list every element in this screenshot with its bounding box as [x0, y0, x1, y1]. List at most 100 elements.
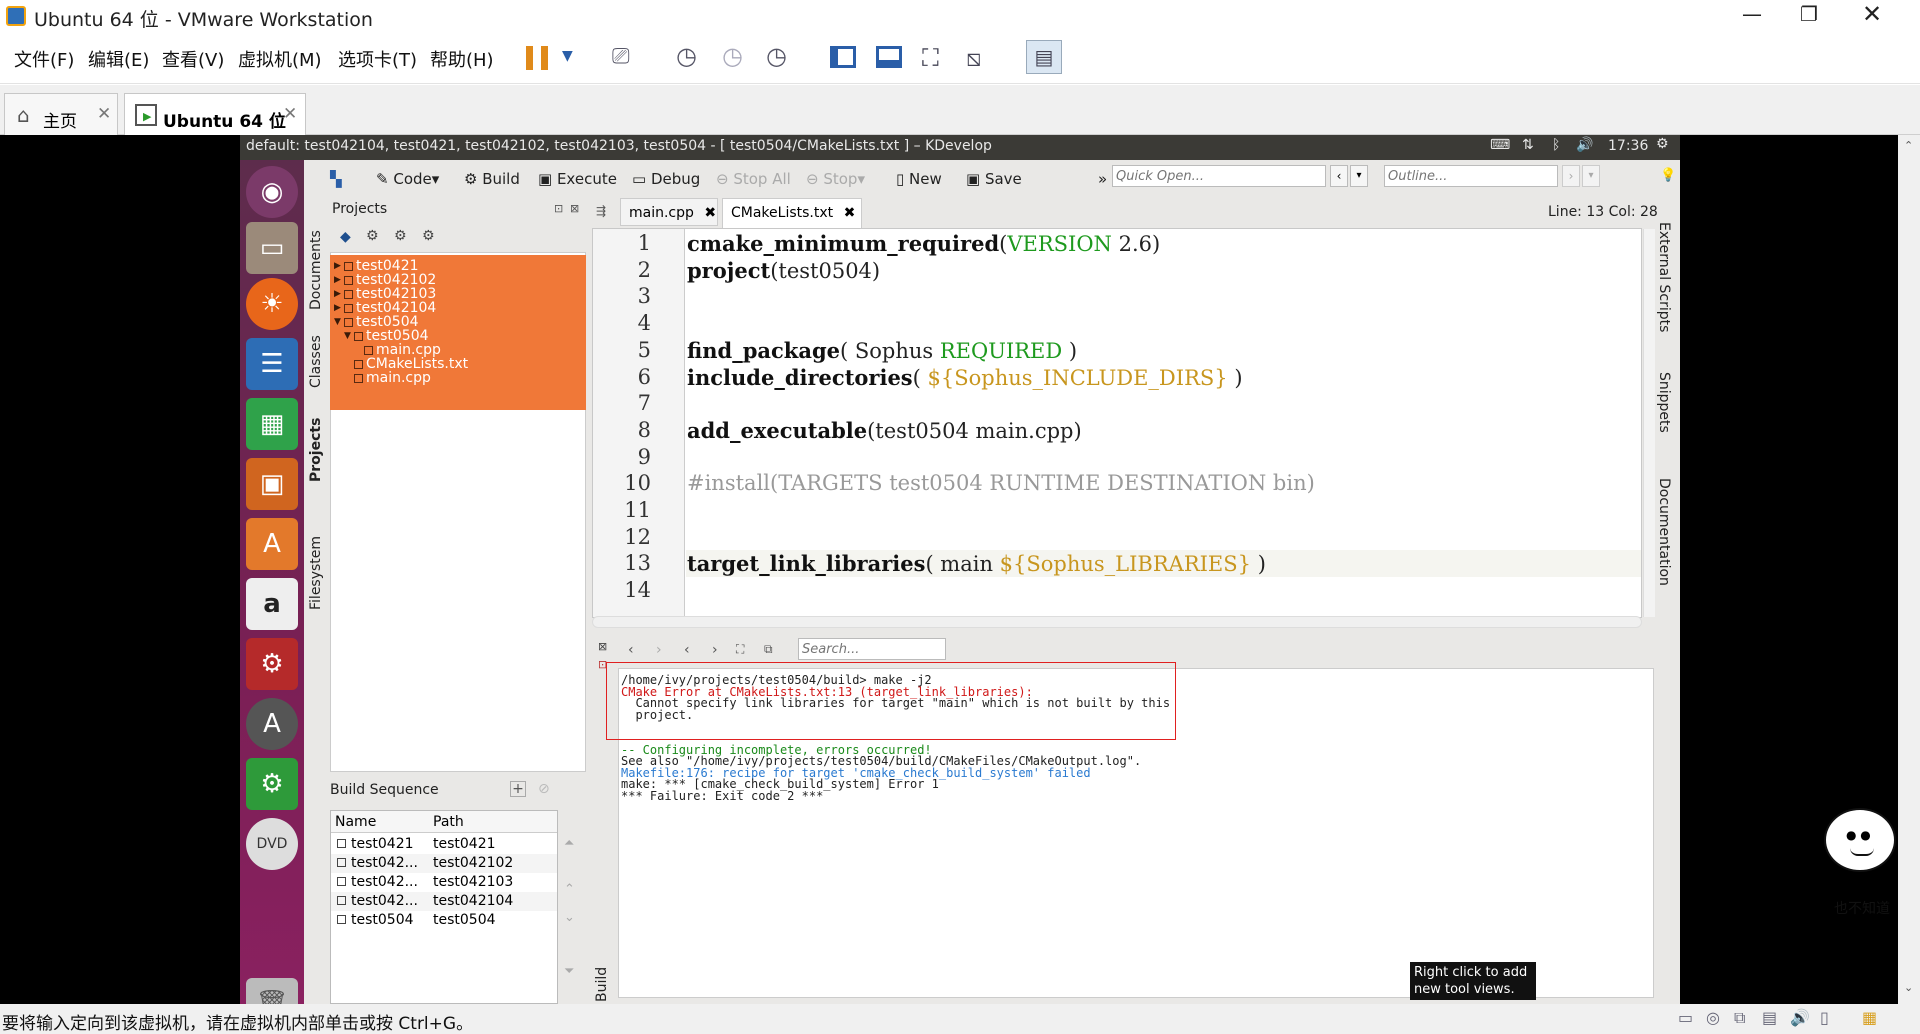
outline-dropdown-button[interactable]: ▾ — [1582, 165, 1600, 187]
impress-icon[interactable]: ▣ — [246, 458, 298, 510]
menu-file[interactable]: 文件(F) — [14, 46, 74, 72]
save-button[interactable]: ▣ Save — [966, 170, 1022, 188]
console-view-icon[interactable] — [876, 46, 902, 68]
revert-snapshot-icon[interactable]: ◷ — [722, 42, 743, 70]
tab-list-icon[interactable]: ⇶ — [596, 204, 606, 218]
preferences-view-icon[interactable]: ▤ — [1026, 40, 1062, 74]
table-row[interactable]: test0421 test0421 — [331, 835, 557, 854]
settings-gear-icon[interactable]: ⚙ — [1656, 136, 1669, 152]
remove-from-build-sequence-icon[interactable]: ⊘ — [538, 781, 550, 797]
nav-back-button[interactable]: ‹ — [1330, 165, 1348, 187]
keyboard-icon[interactable]: ⌨ — [1490, 137, 1510, 153]
scroll-up-icon[interactable]: ⌃ — [1904, 139, 1913, 152]
tab-ubuntu[interactable]: ▶ Ubuntu 64 位 ✕ — [124, 93, 306, 135]
stop-all-button[interactable]: ⊖ Stop All — [716, 170, 791, 188]
device-cd-icon[interactable]: ◎ — [1706, 1008, 1720, 1027]
unity-icon[interactable]: ⧅ — [966, 44, 981, 72]
menu-help[interactable]: 帮助(H) — [430, 46, 494, 72]
pause-icon[interactable] — [526, 46, 548, 70]
snapshot-icon[interactable]: ◷ — [676, 42, 697, 70]
kdevelop-icon[interactable]: ⚙ — [246, 758, 298, 810]
close-icon[interactable]: ✕ — [1862, 0, 1882, 28]
scroll-down-icon[interactable]: ⌄ — [1904, 981, 1913, 994]
debug-button[interactable]: ▭ Debug — [632, 170, 700, 188]
move-down-icon[interactable]: ⌄ — [564, 910, 575, 925]
tab-snippets[interactable]: Snippets — [1656, 372, 1672, 433]
editor-tab-main-cpp-close-icon[interactable]: ✖ — [704, 205, 716, 221]
nav-dropdown-button[interactable]: ▾ — [1350, 165, 1368, 187]
minimize-icon[interactable]: — — [1742, 2, 1762, 26]
fullscreen-icon[interactable]: ⛶ — [922, 44, 939, 72]
software-center-icon[interactable]: A — [246, 518, 298, 570]
project-tree[interactable]: ▶ test0421 ▶ test042102 ▶ test042103 ▶ test0421… — [330, 255, 586, 410]
table-row[interactable]: test042... test042102 — [331, 854, 557, 873]
output-search-input[interactable] — [798, 638, 946, 660]
execute-button[interactable]: ▣ Execute — [538, 170, 617, 188]
firefox-icon[interactable]: ☀ — [246, 278, 298, 330]
code-editor[interactable]: 1 2 3 4 5 6 7 8 9 10 11 12 13 14 cmake_minimum_requir… — [592, 228, 1655, 618]
sidebar-toggle-icon[interactable] — [830, 46, 856, 68]
lightbulb-icon[interactable]: 💡 — [1660, 168, 1676, 183]
device-hdd-icon[interactable]: ▭ — [1678, 1008, 1693, 1027]
device-sound-icon[interactable]: 🔊 — [1790, 1008, 1810, 1027]
software-updater-icon[interactable]: A — [246, 698, 298, 750]
move-bottom-icon[interactable]: ⏷ — [564, 964, 574, 979]
tab-filesystem[interactable]: Filesystem — [308, 536, 324, 610]
output-last-icon[interactable]: › — [712, 642, 718, 658]
build-output-tab[interactable]: Build — [594, 967, 610, 1002]
output-prev-icon[interactable]: ‹ — [628, 642, 634, 658]
menu-vm[interactable]: 虚拟机(M) — [238, 46, 322, 72]
dvd-icon[interactable]: DVD — [246, 818, 298, 870]
device-network-icon[interactable]: ⧉ — [1734, 1008, 1745, 1028]
restore-icon[interactable]: ❐ — [1800, 2, 1818, 26]
ubuntu-dash-icon[interactable]: ◉ — [246, 166, 298, 218]
column-name[interactable]: Name — [335, 814, 376, 830]
output-copy-icon[interactable]: ⧉ — [764, 642, 773, 657]
writer-icon[interactable]: ☰ — [246, 338, 298, 390]
tab-documentation[interactable]: Documentation — [1656, 478, 1672, 586]
table-row[interactable]: test0504 test0504 — [331, 911, 557, 930]
system-settings-icon[interactable]: ⚙ — [246, 638, 298, 690]
table-row[interactable]: test042... test042103 — [331, 873, 557, 892]
new-button[interactable]: ▯ New — [896, 170, 942, 188]
outline-input[interactable] — [1384, 165, 1558, 187]
project-toolbar-icon-4[interactable]: ⚙ — [422, 228, 435, 244]
device-usb-icon[interactable]: ▯ — [1820, 1008, 1829, 1027]
vm-vertical-scrollbar[interactable]: ⌃ ⌄ — [1898, 135, 1920, 1004]
project-toolbar-icon-2[interactable]: ⚙ — [366, 228, 379, 244]
editor-tab-cmakelists[interactable]: CMakeLists.txt ✖ — [722, 198, 862, 228]
table-row[interactable]: test042... test042104 — [331, 892, 557, 911]
output-close-icon[interactable]: ⊠ — [598, 640, 607, 653]
build-button[interactable]: ⚙ Build — [464, 170, 520, 188]
send-ctrl-alt-del-icon[interactable]: ⎚ — [612, 44, 630, 69]
column-path[interactable]: Path — [433, 814, 464, 830]
output-collapse-icon[interactable]: ⛶ — [736, 642, 744, 657]
menu-edit[interactable]: 编辑(E) — [88, 46, 149, 72]
message-log-icon[interactable]: ▦ — [1862, 1008, 1877, 1027]
quick-open-input[interactable] — [1112, 165, 1326, 187]
tree-item[interactable]: main.cpp — [330, 370, 586, 387]
bluetooth-icon[interactable]: ᛒ — [1552, 137, 1560, 153]
calc-icon[interactable]: ▦ — [246, 398, 298, 450]
tab-ubuntu-close-icon[interactable]: ✕ — [283, 104, 297, 124]
tab-home-close-icon[interactable]: ✕ — [97, 104, 111, 124]
more-toolbar-button[interactable]: » — [1098, 170, 1107, 188]
editor-tab-cmakelists-close-icon[interactable]: ✖ — [844, 205, 856, 221]
move-top-icon[interactable]: ⏶ — [564, 836, 574, 851]
add-to-build-sequence-icon[interactable]: + — [510, 781, 526, 797]
output-first-icon[interactable]: ‹ — [684, 642, 690, 658]
dropdown-arrow-icon[interactable]: ▼ — [562, 48, 573, 64]
menu-tabs[interactable]: 选项卡(T) — [338, 46, 417, 72]
editor-tab-main-cpp[interactable]: main.cpp ✖ — [620, 198, 718, 226]
tab-home[interactable]: ⌂ 主页 ✕ — [4, 93, 118, 135]
menu-view[interactable]: 查看(V) — [162, 46, 224, 72]
tab-external-scripts[interactable]: External Scripts — [1656, 222, 1672, 332]
project-toolbar-icon-3[interactable]: ⚙ — [394, 228, 407, 244]
files-icon[interactable]: ▭ — [246, 222, 298, 274]
clock[interactable]: 17:36 — [1608, 138, 1648, 154]
device-printer-icon[interactable]: ▤ — [1762, 1008, 1777, 1027]
editor-horizontal-scrollbar[interactable] — [592, 616, 1642, 628]
amazon-icon[interactable]: a — [246, 578, 298, 630]
snapshot-manager-icon[interactable]: ◷ — [766, 42, 787, 70]
volume-icon[interactable]: 🔊 — [1576, 137, 1593, 153]
